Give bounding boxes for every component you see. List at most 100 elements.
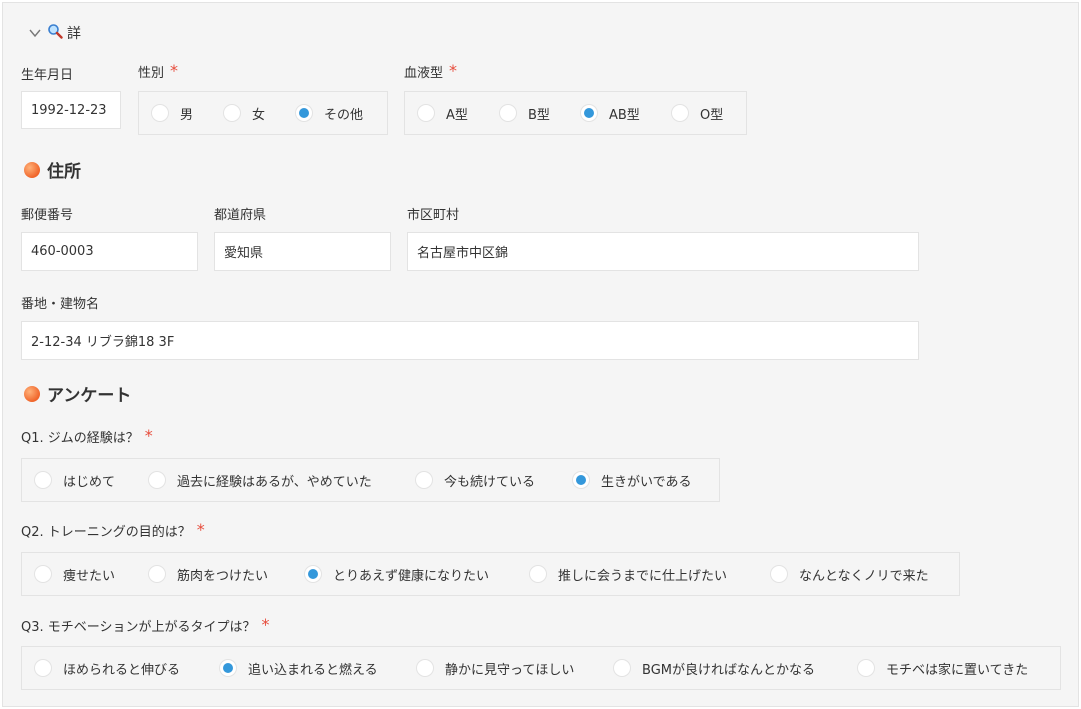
birthdate-label: 生年月日 <box>21 68 74 83</box>
q1-label: Q1. ジムの経験は？ * <box>21 426 153 446</box>
required-mark: * <box>261 615 270 634</box>
radio-circle[interactable] <box>415 471 433 489</box>
option-label: その他 <box>324 107 364 123</box>
section-dot-icon <box>24 385 40 402</box>
option-label: BGMが良ければなんとかなる <box>642 662 815 678</box>
q2-option-3[interactable]: とりあえず健康になりたい <box>304 553 489 595</box>
q3-option-3[interactable]: 静かに見守ってほしい <box>416 647 574 689</box>
q1-option-2[interactable]: 過去に経験はあるが、やめていた <box>148 459 372 501</box>
q3-radio-group: ほめられると伸びる 追い込まれると燃える 静かに見守ってほしい BGMが良ければ… <box>21 646 1061 690</box>
q2-option-2[interactable]: 筋肉をつけたい <box>148 553 268 595</box>
radio-circle[interactable] <box>151 104 169 122</box>
option-label: モチベは家に置いてきた <box>886 662 1029 678</box>
prefecture-value: 愛知県 <box>224 246 264 261</box>
q2-option-5[interactable]: なんとなくノリで来た <box>770 553 929 595</box>
radio-circle[interactable] <box>671 104 689 122</box>
q2-option-4[interactable]: 推しに会うまでに仕上げたい <box>529 553 727 595</box>
radio-circle[interactable] <box>499 104 517 122</box>
postal-value: 460-0003 <box>31 244 94 259</box>
chevron-down-icon[interactable] <box>28 25 42 39</box>
option-label: AB型 <box>609 107 640 123</box>
radio-circle-selected[interactable] <box>572 471 590 489</box>
radio-circle[interactable] <box>416 659 434 677</box>
gender-label: 性別 * <box>138 61 179 81</box>
option-label: 追い込まれると燃える <box>248 662 378 678</box>
blood-option-a[interactable]: A型 <box>417 92 468 134</box>
birthdate-input[interactable]: 1992-12-23 <box>21 91 121 129</box>
postal-input[interactable]: 460-0003 <box>21 232 198 271</box>
q1-label-text: Q1. ジムの経験は？ <box>21 431 139 446</box>
option-label: ほめられると伸びる <box>63 662 181 678</box>
gender-radio-group: 男 女 その他 <box>138 91 388 135</box>
blood-type-label-text: 血液型 <box>404 66 444 81</box>
radio-circle[interactable] <box>34 659 52 677</box>
option-label: 筋肉をつけたい <box>177 568 269 584</box>
gender-option-male[interactable]: 男 <box>151 92 193 134</box>
radio-circle[interactable] <box>770 565 788 583</box>
radio-circle[interactable] <box>529 565 547 583</box>
option-label: 今も続けている <box>444 474 536 490</box>
header-title: 詳 <box>67 26 81 42</box>
radio-circle[interactable] <box>148 471 166 489</box>
gender-option-female[interactable]: 女 <box>223 92 265 134</box>
q2-option-1[interactable]: 痩せたい <box>34 553 115 595</box>
prefecture-label: 都道府県 <box>214 208 267 223</box>
street-input[interactable]: 2-12-34 リブラ錦18 3F <box>21 321 919 360</box>
address-section-title: 住所 <box>24 157 81 182</box>
required-mark: * <box>170 61 179 80</box>
prefecture-input[interactable]: 愛知県 <box>214 232 391 271</box>
q2-radio-group: 痩せたい 筋肉をつけたい とりあえず健康になりたい 推しに会うまでに仕上げたい … <box>21 552 960 596</box>
blood-option-o[interactable]: O型 <box>671 92 723 134</box>
option-label: 女 <box>252 107 266 123</box>
q1-option-4[interactable]: 生きがいである <box>572 459 691 501</box>
radio-circle[interactable] <box>34 565 52 583</box>
q3-label: Q3. モチベーションが上がるタイプは？ * <box>21 615 270 635</box>
q3-option-2[interactable]: 追い込まれると燃える <box>219 647 378 689</box>
postal-label: 郵便番号 <box>21 208 74 223</box>
q3-option-5[interactable]: モチベは家に置いてきた <box>857 647 1028 689</box>
radio-circle-selected[interactable] <box>219 659 237 677</box>
q3-label-text: Q3. モチベーションが上がるタイプは？ <box>21 620 256 635</box>
option-label: O型 <box>700 107 724 123</box>
radio-circle[interactable] <box>223 104 241 122</box>
q1-option-1[interactable]: はじめて <box>34 459 115 501</box>
blood-type-radio-group: A型 B型 AB型 O型 <box>404 91 747 135</box>
survey-section-title-text: アンケート <box>47 386 132 406</box>
required-mark: * <box>449 61 458 80</box>
radio-circle-selected[interactable] <box>295 104 313 122</box>
section-dot-icon <box>24 161 40 178</box>
radio-circle-selected[interactable] <box>580 104 598 122</box>
gender-label-text: 性別 <box>138 66 165 81</box>
form-panel: 詳 生年月日 1992-12-23 性別 * 男 女 その他 血液型 * A型 B型… <box>2 2 1079 707</box>
street-label: 番地・建物名 <box>21 297 100 312</box>
q1-radio-group: はじめて 過去に経験はあるが、やめていた 今も続けている 生きがいである <box>21 458 720 502</box>
survey-section-title: アンケート <box>24 381 131 406</box>
option-label: B型 <box>528 107 550 123</box>
q1-option-3[interactable]: 今も続けている <box>415 459 535 501</box>
radio-circle[interactable] <box>34 471 52 489</box>
street-value: 2-12-34 リブラ錦18 3F <box>31 335 175 350</box>
city-input[interactable]: 名古屋市中区錦 <box>407 232 919 271</box>
q3-option-4[interactable]: BGMが良ければなんとかなる <box>613 647 815 689</box>
q2-label: Q2. トレーニングの目的は？ * <box>21 520 205 540</box>
option-label: とりあえず健康になりたい <box>333 568 490 584</box>
blood-option-ab[interactable]: AB型 <box>580 92 640 134</box>
required-mark: * <box>144 426 153 445</box>
radio-circle[interactable] <box>148 565 166 583</box>
blood-type-label: 血液型 * <box>404 61 458 81</box>
birthdate-value: 1992-12-23 <box>31 102 107 118</box>
radio-circle[interactable] <box>613 659 631 677</box>
option-label: 男 <box>180 107 194 123</box>
option-label: 痩せたい <box>63 568 116 584</box>
radio-circle[interactable] <box>857 659 875 677</box>
option-label: 過去に経験はあるが、やめていた <box>177 474 372 490</box>
option-label: 生きがいである <box>601 474 692 490</box>
q3-option-1[interactable]: ほめられると伸びる <box>34 647 180 689</box>
option-label: はじめて <box>63 474 116 490</box>
option-label: なんとなくノリで来た <box>799 568 929 584</box>
blood-option-b[interactable]: B型 <box>499 92 550 134</box>
option-label: 推しに会うまでに仕上げたい <box>558 568 728 584</box>
gender-option-other[interactable]: その他 <box>295 92 363 134</box>
radio-circle-selected[interactable] <box>304 565 322 583</box>
radio-circle[interactable] <box>417 104 435 122</box>
